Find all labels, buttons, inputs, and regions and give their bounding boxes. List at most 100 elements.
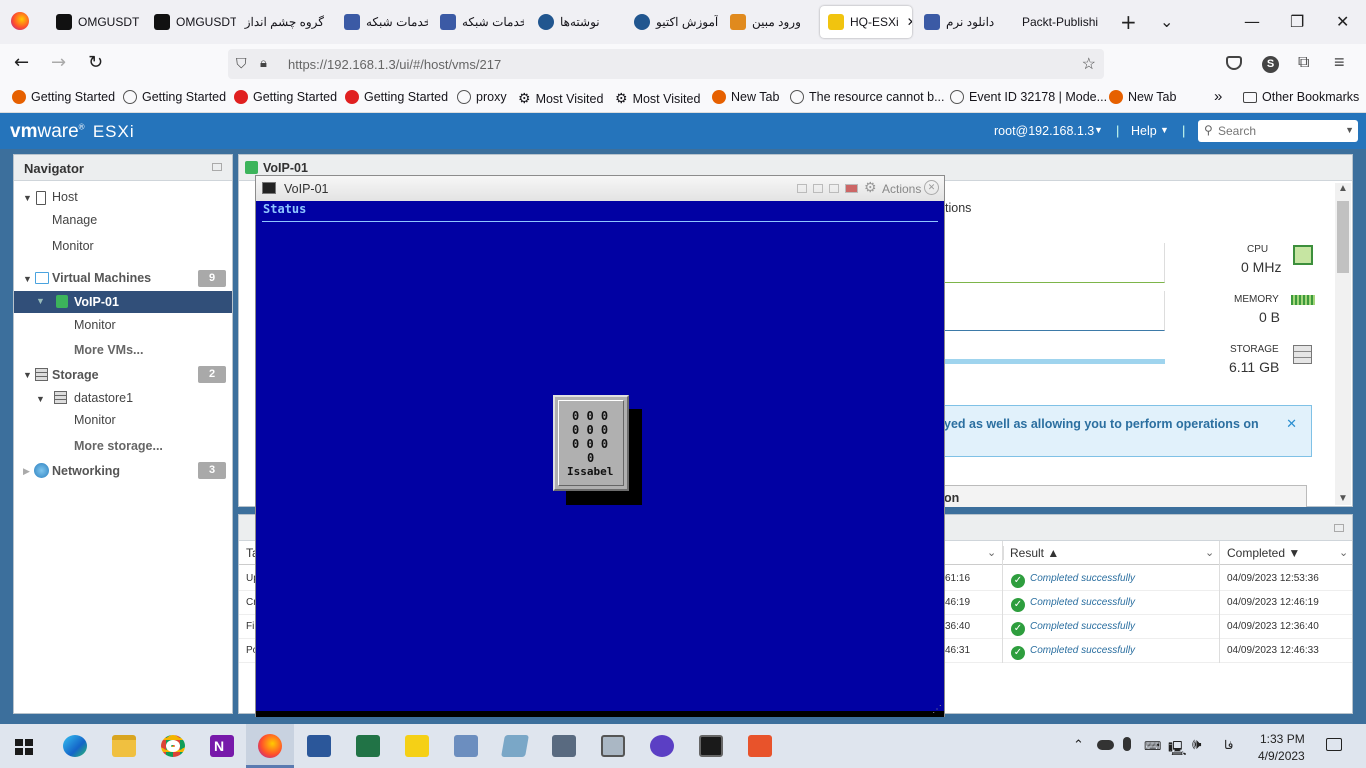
- chevron-down-icon[interactable]: ⌄: [1160, 12, 1173, 31]
- app-icon[interactable]: [748, 735, 772, 757]
- chevron-down-icon[interactable]: ⌄: [1339, 546, 1348, 559]
- clock-date[interactable]: 4/9/2023: [1258, 749, 1305, 763]
- nav-vm-monitor[interactable]: Monitor: [74, 318, 116, 332]
- nav-monitor[interactable]: Monitor: [52, 239, 94, 253]
- tab-4[interactable]: خدمات شبکه: [336, 6, 428, 38]
- search-input[interactable]: [1218, 122, 1338, 139]
- bookmark-item[interactable]: proxy: [457, 90, 507, 104]
- microphone-icon[interactable]: [1123, 737, 1131, 751]
- nav-vm-voip-selected[interactable]: ▼ VoIP-01: [14, 291, 232, 313]
- vm-console-window[interactable]: VoIP-01 ⚙ Actions ✕ Status 0 0 0 0 0 0 0…: [255, 175, 945, 717]
- user-menu[interactable]: root@192.168.1.3: [994, 124, 1094, 138]
- volume-icon[interactable]: 🕪︎: [1192, 736, 1201, 753]
- bookmark-item[interactable]: ⚙ Most Visited: [518, 90, 603, 107]
- expand-icon[interactable]: ▼: [23, 274, 32, 284]
- nav-more-vms[interactable]: More VMs...: [74, 343, 143, 357]
- bookmark-item[interactable]: The resource cannot b...: [790, 90, 945, 104]
- fullscreen-icon[interactable]: [829, 184, 839, 193]
- nav-networking[interactable]: Networking: [52, 464, 120, 478]
- app-icon[interactable]: [650, 735, 674, 757]
- app-icon[interactable]: [552, 735, 576, 757]
- edge-icon[interactable]: [63, 735, 87, 757]
- tab-10[interactable]: دانلود نرم: [916, 6, 1014, 38]
- resize-handle-icon[interactable]: ⋰: [932, 704, 942, 715]
- minimize-panel-icon[interactable]: [212, 163, 222, 171]
- close-icon[interactable]: ✕: [907, 15, 912, 29]
- network-icon[interactable]: 🖳︎: [1168, 738, 1187, 762]
- menu-icon[interactable]: ≡: [1334, 52, 1345, 73]
- bookmark-item[interactable]: Getting Started: [345, 90, 448, 104]
- bookmark-item[interactable]: New Tab: [1109, 90, 1176, 104]
- expand-icon[interactable]: ▼: [23, 193, 32, 203]
- player-icon[interactable]: [405, 735, 429, 757]
- actions-partial-label[interactable]: tions: [945, 201, 971, 215]
- extensions-icon[interactable]: ⧉: [1298, 54, 1309, 72]
- close-console-icon[interactable]: ✕: [924, 180, 939, 195]
- tab-11[interactable]: Packt-Publishi: [1014, 6, 1114, 38]
- bookmark-item[interactable]: ⚙ Most Visited: [615, 90, 700, 107]
- other-bookmarks[interactable]: Other Bookmarks: [1243, 90, 1359, 104]
- tab-2[interactable]: OMGUSDT: [146, 6, 236, 38]
- chevron-up-icon[interactable]: ⌃: [1073, 737, 1084, 753]
- col-completed[interactable]: Completed ▼: [1227, 546, 1300, 560]
- gear-icon[interactable]: ⚙: [864, 179, 877, 196]
- chevron-down-icon[interactable]: ⌄: [987, 546, 996, 559]
- bookmark-item[interactable]: Getting Started: [123, 90, 226, 104]
- nav-manage[interactable]: Manage: [52, 213, 97, 227]
- ctrl-alt-del-icon[interactable]: [797, 184, 807, 193]
- notifications-icon[interactable]: [1326, 738, 1342, 751]
- section-header[interactable]: on: [939, 485, 1307, 507]
- terminal-icon[interactable]: [699, 735, 723, 757]
- app-icon[interactable]: [601, 735, 625, 757]
- bookmark-star-icon[interactable]: ☆: [1082, 54, 1096, 74]
- word-icon[interactable]: [307, 735, 331, 757]
- expand-icon[interactable]: ▼: [36, 296, 45, 306]
- expand-icon[interactable]: ▼: [23, 370, 32, 380]
- start-button[interactable]: [15, 739, 33, 755]
- bookmark-item[interactable]: Getting Started: [12, 90, 115, 104]
- scroll-thumb[interactable]: [1337, 201, 1349, 273]
- chevron-down-icon[interactable]: ⌄: [1205, 546, 1214, 559]
- chrome-icon[interactable]: [161, 735, 185, 757]
- close-icon[interactable]: ✕: [1286, 416, 1297, 432]
- console-screen[interactable]: Status 0 0 0 0 0 0 0 0 0 0 Issabel: [256, 201, 944, 711]
- back-icon[interactable]: ←: [14, 52, 29, 73]
- minimize-panel-icon[interactable]: [1334, 524, 1344, 532]
- new-tab-plus-icon[interactable]: +: [1120, 10, 1137, 34]
- tab-6[interactable]: نوشته‌ها: [530, 6, 622, 38]
- close-window-icon[interactable]: ✕: [1336, 12, 1349, 31]
- col-result[interactable]: Result ▲: [1003, 546, 1059, 560]
- keyboard-icon[interactable]: ⌨: [1144, 739, 1161, 753]
- profile-avatar[interactable]: S: [1262, 56, 1279, 73]
- console-actions[interactable]: Actions: [882, 182, 921, 196]
- url-bar[interactable]: ⛉ 🔒︎ https://192.168.1.3/ui/#/host/vms/2…: [228, 49, 1104, 79]
- file-explorer-icon[interactable]: [112, 735, 136, 757]
- console-titlebar[interactable]: VoIP-01 ⚙ Actions ✕: [256, 176, 944, 201]
- nav-more-storage[interactable]: More storage...: [74, 439, 163, 453]
- nav-datastore1[interactable]: datastore1: [74, 391, 133, 405]
- tab-3[interactable]: گروه چشم انداز: [240, 6, 332, 38]
- excel-icon[interactable]: [356, 735, 380, 757]
- tab-5[interactable]: خدمات شبکه: [432, 6, 524, 38]
- bookmark-item[interactable]: Event ID 32178 | Mode...: [950, 90, 1107, 104]
- nav-storage[interactable]: Storage: [52, 368, 99, 382]
- pocket-icon[interactable]: [1226, 56, 1242, 70]
- tab-active-esxi[interactable]: HQ-ESXi ✕: [820, 6, 912, 38]
- tab-1[interactable]: OMGUSDT: [48, 6, 143, 38]
- firefox-taskbar-active[interactable]: [246, 724, 294, 768]
- nav-virtual-machines[interactable]: Virtual Machines: [52, 271, 151, 285]
- tab-8[interactable]: ورود مبین: [722, 6, 814, 38]
- search-box[interactable]: ⚲ ▼: [1198, 120, 1358, 142]
- nav-host[interactable]: Host: [52, 190, 78, 204]
- expand-icon[interactable]: ▼: [36, 394, 45, 404]
- tab-7[interactable]: آموزش اکتیو: [626, 6, 718, 38]
- scrollbar[interactable]: ▲ ▼: [1335, 183, 1351, 505]
- clock-time[interactable]: 1:33 PM: [1260, 732, 1305, 746]
- bookmark-item[interactable]: Getting Started: [234, 90, 337, 104]
- app-icon[interactable]: [501, 735, 529, 757]
- restore-icon[interactable]: ❐: [1290, 12, 1304, 31]
- scroll-down-icon[interactable]: ▼: [1338, 493, 1348, 504]
- reload-icon[interactable]: ↻: [88, 52, 103, 73]
- firefox-icon[interactable]: [11, 12, 29, 30]
- help-menu[interactable]: Help: [1131, 124, 1157, 138]
